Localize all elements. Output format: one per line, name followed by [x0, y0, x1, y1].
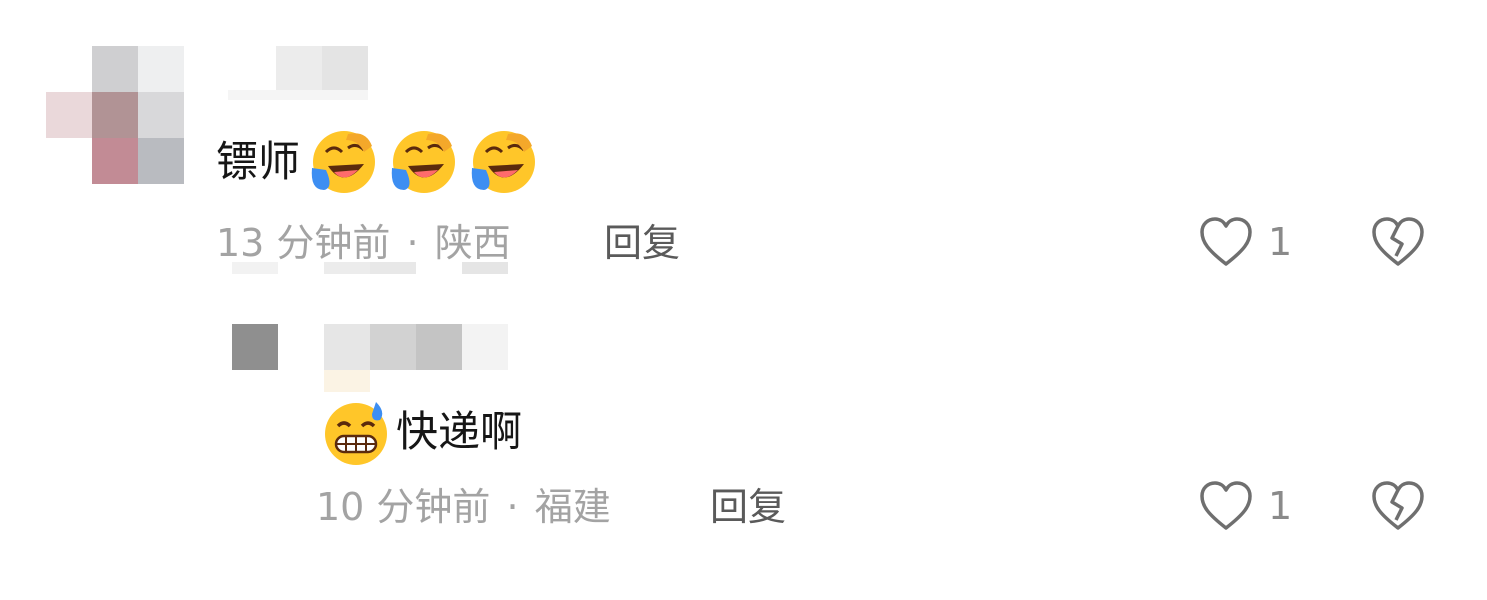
comment-location: 陕西	[434, 221, 511, 265]
avatar[interactable]	[232, 324, 278, 370]
meta-separator: ·	[406, 221, 419, 265]
like-count: 1	[1268, 484, 1293, 528]
like-count: 1	[1268, 220, 1293, 264]
grin-sweat-emoji	[325, 402, 387, 465]
broken-heart-icon[interactable]	[1370, 216, 1426, 268]
comment-time: 10 分钟前	[316, 485, 491, 529]
rofl-cry-emoji	[391, 131, 456, 193]
username-blurred[interactable]	[324, 324, 514, 400]
reply-button[interactable]: 回复	[604, 218, 680, 268]
comment-time: 13 分钟前	[216, 221, 391, 265]
comment-location: 福建	[534, 485, 611, 529]
reply-button[interactable]: 回复	[710, 482, 786, 532]
comment-text-row: 快递啊	[320, 396, 522, 468]
heart-outline-icon	[1200, 481, 1252, 530]
rofl-cry-emoji	[311, 131, 376, 193]
broken-heart-icon[interactable]	[1370, 480, 1426, 532]
rofl-cry-emoji	[471, 131, 536, 193]
comment-meta: 13 分钟前 · 陕西	[216, 218, 511, 268]
heart-outline-icon	[1200, 217, 1252, 266]
like-button[interactable]: 1	[1198, 216, 1292, 268]
meta-blur-strip	[232, 262, 512, 274]
avatar[interactable]	[46, 46, 186, 186]
meta-separator: ·	[506, 485, 519, 529]
comment-text: 快递啊	[396, 407, 523, 456]
comment-text: 镖师	[216, 137, 301, 186]
comment-text-row: 镖师	[216, 126, 538, 198]
comment-meta: 10 分钟前 · 福建	[316, 482, 611, 532]
username-blurred[interactable]	[228, 46, 374, 102]
like-button[interactable]: 1	[1198, 480, 1292, 532]
